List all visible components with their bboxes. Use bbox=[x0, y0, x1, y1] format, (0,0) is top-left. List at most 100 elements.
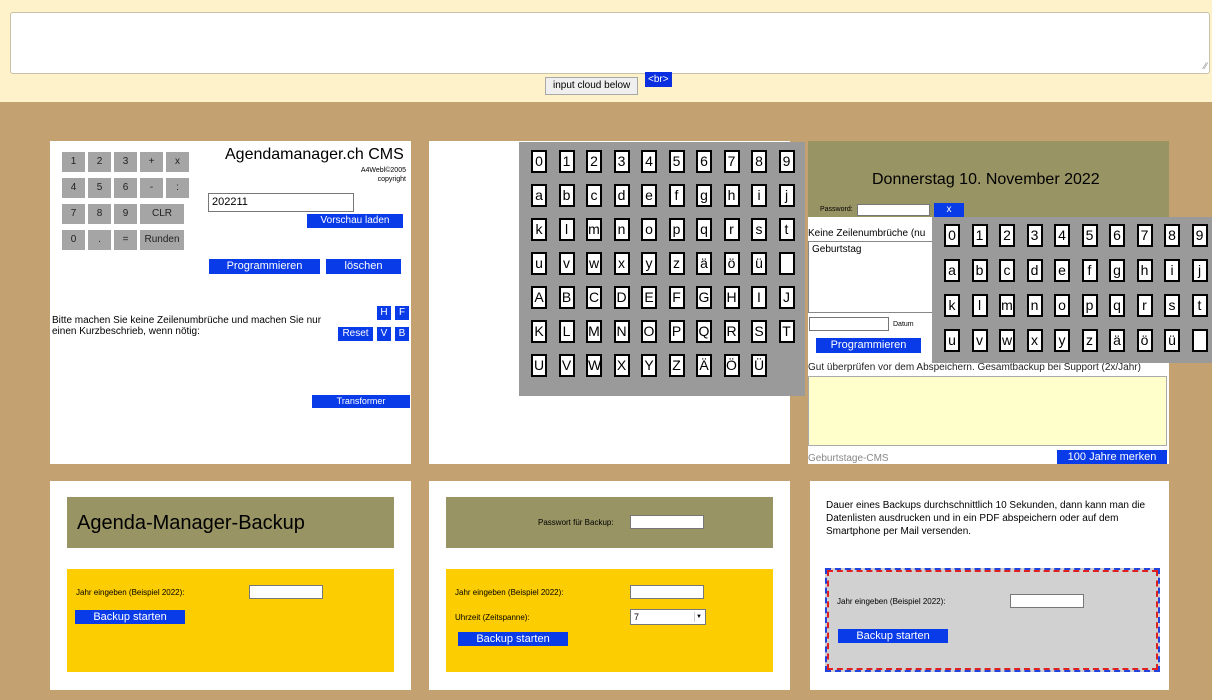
keyboard-key[interactable]: 7 bbox=[723, 150, 740, 173]
keyboard-key[interactable]: u bbox=[944, 329, 960, 352]
birthday-textarea[interactable]: Geburtstag bbox=[808, 241, 938, 313]
keyboard-key[interactable]: h bbox=[723, 184, 740, 207]
keyboard-key[interactable]: R bbox=[723, 320, 740, 343]
keyboard-key[interactable]: g bbox=[696, 184, 712, 207]
calc-key[interactable]: 3 bbox=[114, 152, 137, 172]
keyboard-key[interactable]: K bbox=[531, 320, 547, 343]
keyboard-key[interactable]: 2 bbox=[586, 150, 602, 173]
keyboard-key[interactable]: i bbox=[1164, 259, 1180, 282]
keyboard-key[interactable]: Ä bbox=[696, 354, 712, 377]
year-input[interactable] bbox=[249, 585, 323, 599]
keyboard-key[interactable]: z bbox=[668, 252, 685, 275]
delete-button[interactable]: löschen bbox=[326, 259, 401, 274]
birthday-program-button[interactable]: Programmieren bbox=[816, 338, 921, 353]
password-input[interactable] bbox=[857, 204, 930, 216]
close-x-button[interactable]: x bbox=[934, 203, 964, 217]
year-input[interactable] bbox=[1010, 594, 1084, 608]
keyboard-key[interactable]: M bbox=[586, 320, 602, 343]
calc-key[interactable]: . bbox=[88, 230, 111, 250]
keyboard-key[interactable]: 9 bbox=[778, 150, 795, 173]
keyboard-key[interactable]: 3 bbox=[1026, 224, 1043, 247]
keyboard-key[interactable]: ö bbox=[723, 252, 740, 275]
keyboard-key[interactable]: ü bbox=[1164, 329, 1180, 352]
keyboard-key[interactable]: F bbox=[668, 286, 685, 309]
keyboard-key[interactable]: 3 bbox=[613, 150, 630, 173]
keyboard-key[interactable]: f bbox=[1081, 259, 1098, 282]
backup-start-button[interactable]: Backup starten bbox=[458, 632, 568, 646]
keyboard-key[interactable]: v bbox=[971, 329, 988, 352]
keyboard-key[interactable]: 1 bbox=[971, 224, 988, 247]
keyboard-key[interactable]: a bbox=[944, 259, 960, 282]
keyboard-key[interactable]: Z bbox=[668, 354, 685, 377]
keyboard-key[interactable]: Y bbox=[641, 354, 657, 377]
calc-key[interactable]: 7 bbox=[62, 204, 85, 224]
keyboard-key[interactable]: 0 bbox=[944, 224, 960, 247]
keyboard-key[interactable]: e bbox=[641, 184, 657, 207]
keyboard-key[interactable]: k bbox=[531, 218, 547, 241]
preview-load-button[interactable]: Vorschau laden bbox=[307, 214, 403, 228]
keyboard-key[interactable]: ö bbox=[1136, 329, 1153, 352]
keyboard-key[interactable]: u bbox=[531, 252, 547, 275]
keyboard-key[interactable]: U bbox=[531, 354, 547, 377]
keyboard-key[interactable]: s bbox=[751, 218, 767, 241]
datum-input[interactable] bbox=[809, 317, 889, 331]
keyboard-key[interactable]: p bbox=[1081, 294, 1098, 317]
calc-key[interactable]: + bbox=[140, 152, 163, 172]
calc-key[interactable]: 0 bbox=[62, 230, 85, 250]
keyboard-key[interactable]: r bbox=[1136, 294, 1153, 317]
keyboard-key[interactable]: N bbox=[613, 320, 630, 343]
calc-key[interactable]: CLR bbox=[140, 204, 184, 224]
keyboard-key[interactable]: o bbox=[641, 218, 657, 241]
keyboard-key[interactable]: h bbox=[1136, 259, 1153, 282]
keyboard-key[interactable]: 0 bbox=[531, 150, 547, 173]
time-select[interactable]: 7 ▼ bbox=[630, 609, 706, 625]
hundred-years-button[interactable]: 100 Jahre merken bbox=[1057, 450, 1167, 464]
keyboard-key[interactable]: Ö bbox=[723, 354, 740, 377]
keyboard-key[interactable]: i bbox=[751, 184, 767, 207]
keyboard-key[interactable]: E bbox=[641, 286, 657, 309]
keyboard-key[interactable]: ä bbox=[696, 252, 712, 275]
keyboard-key[interactable]: e bbox=[1054, 259, 1070, 282]
f-button[interactable]: F bbox=[395, 306, 409, 320]
input-cloud-button[interactable]: input cloud below bbox=[545, 77, 639, 95]
keyboard-key[interactable]: m bbox=[586, 218, 602, 241]
keyboard-key[interactable]: q bbox=[696, 218, 712, 241]
keyboard-key[interactable]: 4 bbox=[641, 150, 657, 173]
calc-key[interactable]: x bbox=[166, 152, 189, 172]
b-button[interactable]: B bbox=[395, 327, 409, 341]
calc-key[interactable]: 5 bbox=[88, 178, 111, 198]
year-input[interactable] bbox=[630, 585, 704, 599]
keyboard-key[interactable]: r bbox=[723, 218, 740, 241]
keyboard-key[interactable]: p bbox=[668, 218, 685, 241]
keyboard-key[interactable]: A bbox=[531, 286, 547, 309]
keyboard-key[interactable]: 4 bbox=[1054, 224, 1070, 247]
keyboard-key[interactable]: t bbox=[1191, 294, 1208, 317]
keyboard-key[interactable]: ü bbox=[751, 252, 767, 275]
keyboard-key[interactable]: V bbox=[558, 354, 575, 377]
keyboard-key[interactable]: D bbox=[613, 286, 630, 309]
keyboard-key[interactable]: d bbox=[613, 184, 630, 207]
keyboard-key[interactable]: Q bbox=[696, 320, 712, 343]
keyboard-key[interactable]: d bbox=[1026, 259, 1043, 282]
keyboard-key[interactable]: 5 bbox=[1081, 224, 1098, 247]
backup-start-button[interactable]: Backup starten bbox=[75, 610, 185, 624]
keyboard-key[interactable]: s bbox=[1164, 294, 1180, 317]
keyboard-key[interactable] bbox=[778, 252, 795, 275]
keyboard-key[interactable]: z bbox=[1081, 329, 1098, 352]
keyboard-key[interactable]: 1 bbox=[558, 150, 575, 173]
keyboard-key[interactable]: 9 bbox=[1191, 224, 1208, 247]
transformer-button[interactable]: Transformer bbox=[312, 395, 410, 408]
keyboard-key[interactable]: P bbox=[668, 320, 685, 343]
keyboard-key[interactable]: j bbox=[1191, 259, 1208, 282]
calc-key[interactable]: - bbox=[140, 178, 163, 198]
keyboard-key[interactable]: t bbox=[778, 218, 795, 241]
keyboard-key[interactable]: S bbox=[751, 320, 767, 343]
keyboard-key[interactable]: B bbox=[558, 286, 575, 309]
keyboard-key[interactable]: a bbox=[531, 184, 547, 207]
keyboard-key[interactable]: 6 bbox=[696, 150, 712, 173]
h-button[interactable]: H bbox=[377, 306, 391, 320]
keyboard-key[interactable]: G bbox=[696, 286, 712, 309]
calc-key[interactable]: = bbox=[114, 230, 137, 250]
keyboard-key[interactable]: C bbox=[586, 286, 602, 309]
br-button[interactable]: <br> bbox=[645, 72, 672, 87]
